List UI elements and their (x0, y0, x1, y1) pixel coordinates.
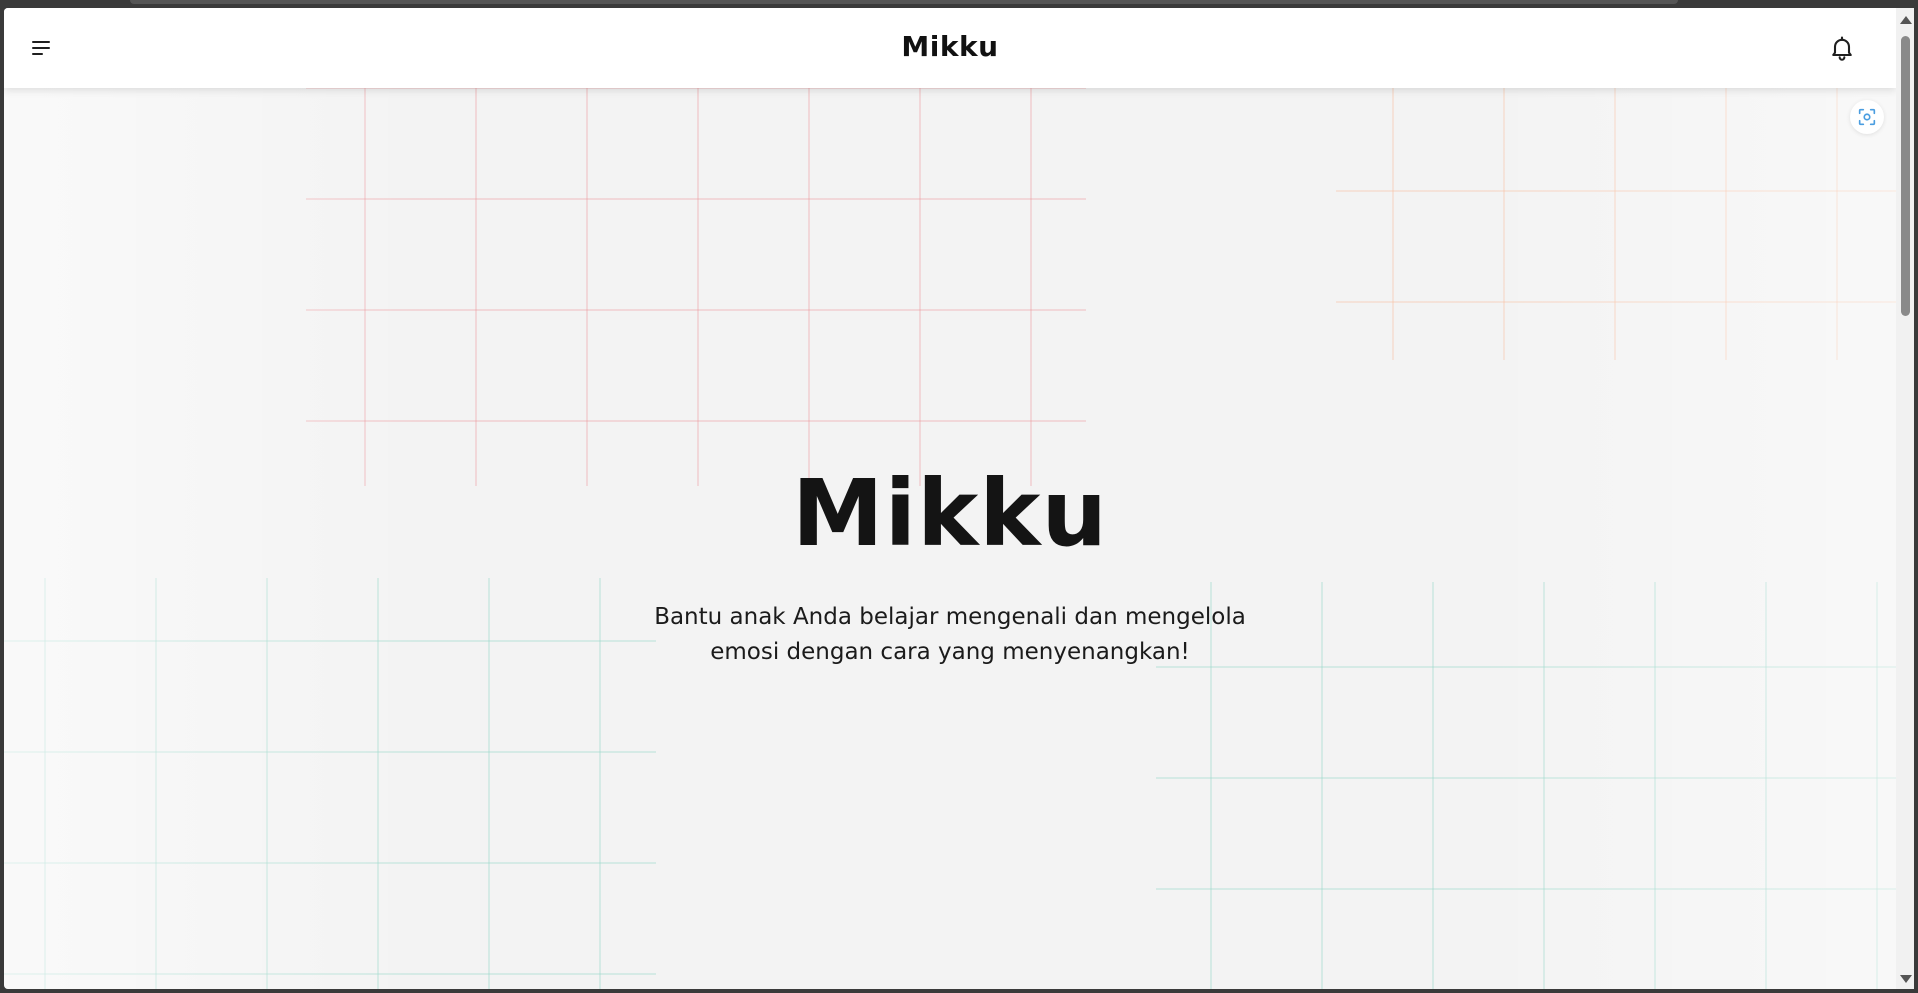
decorative-grid-pink (306, 88, 1086, 486)
scroll-up-arrow-icon[interactable] (1900, 16, 1912, 24)
bell-icon[interactable] (1828, 34, 1856, 62)
page-viewport: Mikku Mikku Bantu anak Anda belajar meng… (4, 8, 1896, 989)
hero-title: Mikku (792, 460, 1108, 567)
scroll-down-arrow-icon[interactable] (1900, 975, 1912, 983)
decorative-grid-peach (1336, 88, 1896, 360)
header-brand-title: Mikku (901, 30, 999, 63)
browser-top-strip (130, 0, 1678, 4)
top-header: Mikku (4, 8, 1896, 88)
vertical-scrollbar[interactable] (1896, 8, 1914, 989)
hero-subtitle: Bantu anak Anda belajar mengenali dan me… (654, 604, 1246, 665)
scrollbar-thumb[interactable] (1901, 36, 1910, 316)
scan-camera-icon[interactable] (1850, 100, 1884, 134)
hero-section: Mikku Bantu anak Anda belajar mengenali … (4, 468, 1896, 670)
